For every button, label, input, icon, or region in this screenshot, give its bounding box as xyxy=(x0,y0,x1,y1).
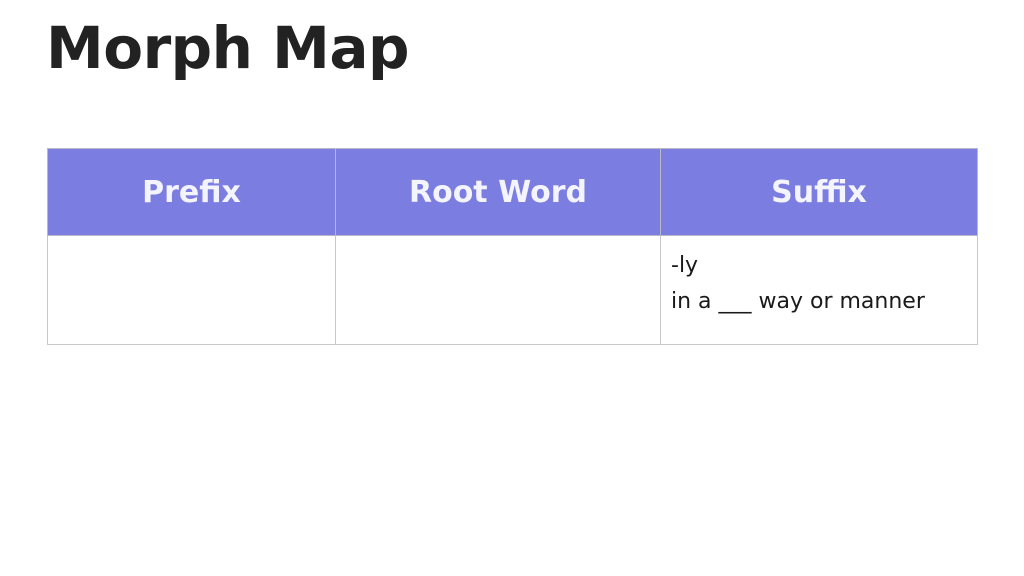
root-word-cell[interactable] xyxy=(335,235,661,345)
morph-map-table: Prefix Root Word Suffix -ly in a ___ way… xyxy=(47,148,978,345)
header-root-word: Root Word xyxy=(335,148,661,236)
header-suffix: Suffix xyxy=(660,148,978,236)
suffix-cell[interactable]: -ly in a ___ way or manner xyxy=(660,235,978,345)
table-header-row: Prefix Root Word Suffix xyxy=(47,148,978,236)
prefix-cell[interactable] xyxy=(47,235,336,345)
page-title: Morph Map xyxy=(46,14,410,82)
header-prefix: Prefix xyxy=(47,148,336,236)
suffix-value: -ly xyxy=(671,253,699,278)
table-row: -ly in a ___ way or manner xyxy=(47,235,978,345)
suffix-meaning: in a ___ way or manner xyxy=(671,289,925,314)
